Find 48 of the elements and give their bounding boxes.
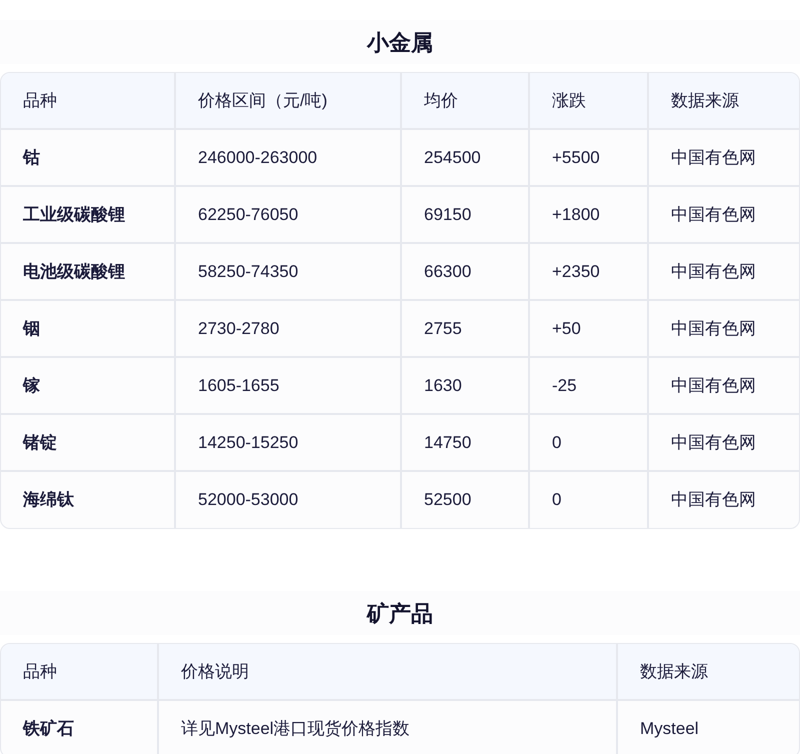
table-cell: 铟 [23, 318, 40, 338]
table-cell: 详见Mysteel港口现货价格指数 [181, 719, 410, 738]
table-cell: +5500 [552, 148, 600, 167]
table-cell: 52500 [424, 490, 472, 510]
table-cell: 14250-15250 [198, 432, 298, 452]
table-cell: 镓 [23, 376, 40, 395]
table-cell: +50 [552, 318, 581, 338]
table-cell: 中国有色网 [671, 490, 756, 510]
column-header: 均价 [424, 90, 458, 110]
table-cell: 246000-263000 [198, 148, 318, 167]
table-cell: 69150 [424, 204, 472, 224]
table-cell: 锗锭 [23, 432, 57, 452]
table-cell: 0 [552, 432, 562, 452]
table-cell: 0 [552, 490, 562, 510]
table-cell: -25 [552, 376, 577, 395]
column-header: 品种 [23, 90, 57, 110]
table-cell: 中国有色网 [671, 204, 756, 224]
table-cell: 254500 [424, 148, 481, 167]
column-header: 涨跌 [552, 90, 586, 110]
table-cell: 62250-76050 [198, 204, 298, 224]
table-cell: +2350 [552, 262, 600, 281]
table-cell: 中国有色网 [671, 432, 756, 452]
column-header: 价格说明 [181, 662, 249, 681]
table-cell: Mysteel [640, 719, 699, 738]
table-cell: +1800 [552, 204, 600, 224]
table-cell: 52000-53000 [198, 490, 298, 510]
table-cell: 海绵钛 [23, 490, 74, 510]
table-cell: 58250-74350 [198, 262, 298, 281]
table-cell: 66300 [424, 262, 472, 281]
table-cell: 2755 [424, 318, 462, 338]
column-header: 品种 [23, 662, 57, 681]
table-cell: 中国有色网 [671, 376, 756, 395]
section-title: 矿产品 [367, 600, 433, 628]
table-cell: 钴 [23, 148, 40, 167]
table-cell: 1630 [424, 376, 462, 395]
table-cell: 2730-2780 [198, 318, 280, 338]
table-cell: 电池级碳酸锂 [23, 262, 125, 281]
table-cell: 中国有色网 [671, 318, 756, 338]
column-header: 价格区间（元/吨) [198, 90, 328, 110]
table-cell: 中国有色网 [671, 148, 756, 167]
column-header: 数据来源 [640, 662, 708, 681]
table-cell: 工业级碳酸锂 [23, 204, 125, 224]
section-title: 小金属 [367, 28, 433, 56]
column-header: 数据来源 [671, 90, 739, 110]
table-cell: 1605-1655 [198, 376, 280, 395]
table-cell: 14750 [424, 432, 472, 452]
table-cell: 中国有色网 [671, 262, 756, 281]
table-cell: 铁矿石 [23, 719, 74, 738]
